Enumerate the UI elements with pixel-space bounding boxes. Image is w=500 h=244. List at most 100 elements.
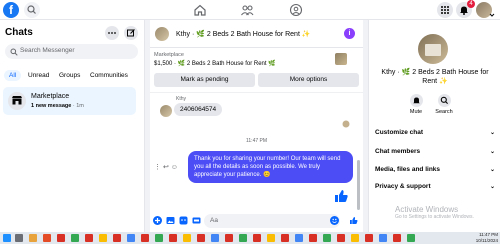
chats-title: Chats xyxy=(5,27,33,38)
search-action[interactable]: Search xyxy=(431,94,457,115)
filter-tab-communities[interactable]: Communities xyxy=(90,72,128,79)
taskbar-app-icon[interactable] xyxy=(239,234,247,242)
conversation-title[interactable]: Kthy · 🌿 2 Beds 2 Bath House for Rent ✨ xyxy=(176,30,311,38)
groups-icon[interactable] xyxy=(289,3,303,17)
taskbar-app-icon[interactable] xyxy=(71,234,79,242)
taskbar-app-icon[interactable] xyxy=(43,234,51,242)
chat-list-item-marketplace[interactable]: Marketplace 1 new message · 1m xyxy=(3,87,136,115)
gif-icon[interactable] xyxy=(192,216,201,225)
filter-tab-groups[interactable]: Groups xyxy=(59,72,80,79)
taskbar-app-icon[interactable] xyxy=(127,234,135,242)
taskbar-app-icon[interactable] xyxy=(183,234,191,242)
friends-icon[interactable] xyxy=(240,3,254,17)
clock-date: 10/11/2024 xyxy=(475,238,498,243)
marketplace-avatar xyxy=(8,92,26,110)
info-icon[interactable]: i xyxy=(344,28,355,39)
emoji-icon[interactable] xyxy=(330,216,339,225)
bell-icon xyxy=(412,97,420,104)
home-icon[interactable] xyxy=(193,3,207,17)
contact-name: Kthy · 🌿 2 Beds 2 Bath House for Rent ✨ xyxy=(381,69,489,85)
search-icon xyxy=(440,96,448,104)
grid-menu-icon xyxy=(441,6,449,14)
more-dots-icon xyxy=(108,32,116,34)
top-navigation-bar: f 4 xyxy=(0,0,500,20)
message-input-placeholder: Aa xyxy=(210,217,218,224)
listing-detail[interactable]: $1,500 · 🌿 2 Beds 2 Bath House for Rent … xyxy=(154,60,276,67)
thumbs-up-send-icon[interactable] xyxy=(349,216,358,225)
chevron-down-icon: ⌄ xyxy=(489,149,495,155)
chat-preview-time: · 1m xyxy=(71,103,84,109)
taskbar-app-icon[interactable] xyxy=(29,234,37,242)
taskbar-app-icon[interactable] xyxy=(295,234,303,242)
chat-preview-text: 1 new message xyxy=(31,103,72,109)
taskbar-app-icon[interactable] xyxy=(211,234,219,242)
chevron-down-icon: ⌄ xyxy=(489,184,495,190)
filter-tab-unread[interactable]: Unread xyxy=(28,72,49,79)
image-icon[interactable] xyxy=(166,216,175,225)
taskbar-app-icon[interactable] xyxy=(379,234,387,242)
thumbs-up-icon[interactable] xyxy=(333,188,349,204)
search-messenger-input[interactable]: Search Messenger xyxy=(5,44,138,59)
scrollbar-thumb[interactable] xyxy=(357,160,360,210)
facebook-logo[interactable]: f xyxy=(3,2,19,18)
section-privacy-support[interactable]: Privacy & support ⌄ xyxy=(375,183,495,190)
chevron-down-icon: ⌄ xyxy=(489,167,495,173)
taskbar-app-icon[interactable] xyxy=(57,234,65,242)
taskbar-search-icon[interactable] xyxy=(15,234,23,242)
sticker-icon[interactable] xyxy=(179,216,188,225)
taskbar-app-icon[interactable] xyxy=(309,234,317,242)
conversation-info-panel: Kthy · 🌿 2 Beds 2 Bath House for Rent ✨ … xyxy=(368,20,500,232)
taskbar-app-icon[interactable] xyxy=(253,234,261,242)
mute-action[interactable]: Mute xyxy=(403,94,429,115)
new-message-button[interactable] xyxy=(124,26,138,40)
message-input[interactable]: Aa xyxy=(204,214,340,228)
taskbar-app-icon[interactable] xyxy=(393,234,401,242)
chat-name: Marketplace xyxy=(31,93,70,100)
section-customize-chat[interactable]: Customize chat ⌄ xyxy=(375,129,495,136)
taskbar-app-icon[interactable] xyxy=(337,234,345,242)
mute-label: Mute xyxy=(409,109,423,115)
contact-avatar[interactable] xyxy=(155,27,169,41)
chevron-down-icon[interactable] xyxy=(489,12,495,18)
outgoing-message[interactable]: Thank you for sharing your number! Our t… xyxy=(188,151,353,183)
taskbar-app-icon[interactable] xyxy=(323,234,331,242)
section-media-files-links[interactable]: Media, files and links ⌄ xyxy=(375,166,495,173)
mark-as-pending-button[interactable]: Mark as pending xyxy=(154,73,255,87)
taskbar-app-icon[interactable] xyxy=(113,234,121,242)
chevron-down-icon: ⌄ xyxy=(489,130,495,136)
message-thread[interactable]: Kthy 2406064574 11:47 PM ⋮ ↩ ☺ Thank you… xyxy=(150,92,363,210)
taskbar-app-icon[interactable] xyxy=(281,234,289,242)
react-icon[interactable]: ☺ xyxy=(171,164,178,171)
taskbar-app-icon[interactable] xyxy=(155,234,163,242)
taskbar-app-icon[interactable] xyxy=(267,234,275,242)
taskbar-app-icon[interactable] xyxy=(351,234,359,242)
contact-large-avatar[interactable] xyxy=(418,34,448,64)
listing-source: Marketplace xyxy=(154,52,184,58)
windows-start-icon[interactable] xyxy=(3,234,11,242)
section-label: Media, files and links xyxy=(375,166,441,173)
reply-icon[interactable]: ↩ xyxy=(163,164,169,171)
section-chat-members[interactable]: Chat members ⌄ xyxy=(375,148,495,155)
taskbar-app-icon[interactable] xyxy=(225,234,233,242)
taskbar-app-icon[interactable] xyxy=(197,234,205,242)
incoming-message[interactable]: 2406064574 xyxy=(174,103,223,116)
plus-circle-icon[interactable] xyxy=(153,216,162,225)
section-label: Customize chat xyxy=(375,129,424,136)
message-actions[interactable]: ⋮ ↩ ☺ xyxy=(154,163,178,171)
system-tray-clock[interactable]: 11:47 PM 10/11/2024 xyxy=(440,232,498,244)
taskbar-app-icon[interactable] xyxy=(169,234,177,242)
more-options-button[interactable]: More options xyxy=(258,73,359,87)
taskbar-app-icon[interactable] xyxy=(365,234,373,242)
taskbar-app-icon[interactable] xyxy=(99,234,107,242)
filter-tab-all[interactable]: All xyxy=(4,70,22,81)
listing-thumbnail[interactable] xyxy=(335,53,347,65)
menu-button[interactable] xyxy=(437,2,453,18)
taskbar-app-icon[interactable] xyxy=(407,234,415,242)
taskbar-app-icon[interactable] xyxy=(141,234,149,242)
activate-windows-watermark: Activate Windows Go to Settings to activ… xyxy=(395,205,474,220)
message-timestamp: 11:47 PM xyxy=(245,138,268,144)
taskbar-app-icon[interactable] xyxy=(85,234,93,242)
more-options-button[interactable] xyxy=(105,26,119,40)
more-vertical-icon[interactable]: ⋮ xyxy=(154,164,161,171)
search-button[interactable] xyxy=(24,2,40,18)
